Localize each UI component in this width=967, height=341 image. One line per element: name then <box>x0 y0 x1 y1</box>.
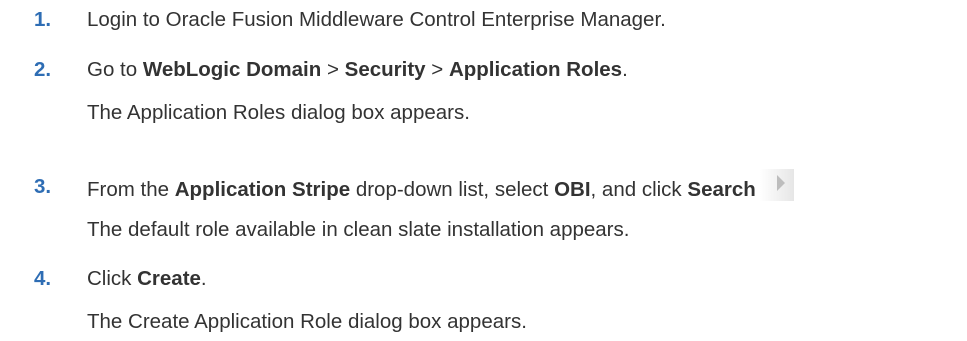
step-text-part: , and click <box>590 178 688 201</box>
step-text-part: Click <box>87 267 138 290</box>
step-text-part: . <box>200 267 207 290</box>
step-result-text: The Application Roles dialog box appears… <box>87 101 470 124</box>
step-text: Login to Oracle Fusion Middleware Contro… <box>87 8 666 31</box>
step-number: 2. <box>34 58 52 81</box>
step-text: Go to WebLogic Domain > Security > Appli… <box>87 58 628 82</box>
step-number: 3. <box>34 175 52 198</box>
step-text: From the Application Stripe drop-down li… <box>87 169 794 202</box>
search-arrow-icon <box>759 169 794 201</box>
step-result-text: The Create Application Role dialog box a… <box>87 310 527 333</box>
ui-obi: OBI <box>554 178 591 201</box>
step-text: Click Create. <box>87 267 207 291</box>
step-result-text: The default role available in clean slat… <box>87 218 630 241</box>
step-text-part: Go to <box>87 58 143 81</box>
ui-application-stripe: Application Stripe <box>174 178 351 201</box>
ui-create: Create <box>137 267 201 290</box>
path-separator: > <box>321 58 345 81</box>
step-text-part: drop-down list, select <box>350 178 555 201</box>
step-text-part: From the <box>87 178 175 201</box>
path-separator: > <box>425 58 449 81</box>
ui-path-security: Security <box>344 58 426 81</box>
ui-path-weblogic-domain: WebLogic Domain <box>142 58 322 81</box>
step-number: 4. <box>34 267 52 290</box>
step-number: 1. <box>34 8 52 31</box>
step-text-part: . <box>622 58 628 81</box>
ui-path-application-roles: Application Roles <box>448 58 623 81</box>
ui-search: Search <box>687 178 756 201</box>
